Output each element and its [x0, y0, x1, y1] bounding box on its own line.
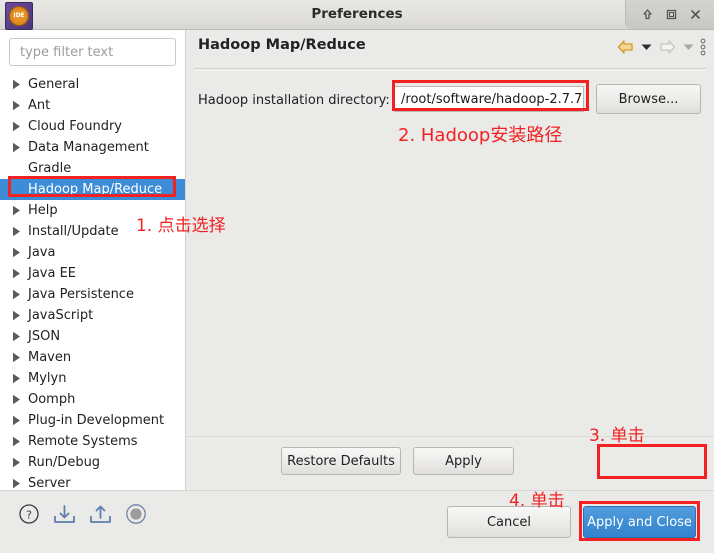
expand-arrow-icon[interactable]	[12, 221, 26, 242]
browse-button[interactable]: Browse...	[596, 84, 701, 114]
annotation-text-4: 4. 单击	[509, 491, 565, 511]
export-icon[interactable]	[89, 503, 112, 525]
install-directory-value: /root/software/hadoop-2.7.7	[401, 91, 583, 107]
install-directory-input[interactable]: /root/software/hadoop-2.7.7	[394, 86, 584, 112]
expand-arrow-icon[interactable]	[12, 431, 26, 452]
back-dropdown-icon[interactable]	[641, 37, 652, 57]
import-icon[interactable]	[53, 503, 76, 525]
annotation-text-2: 2. Hadoop安装路径	[398, 125, 563, 146]
expand-arrow-icon[interactable]	[12, 200, 26, 221]
sidebar-item-data-management[interactable]: Data Management	[0, 137, 185, 158]
forward-dropdown-icon	[683, 37, 694, 57]
sidebar-item-general[interactable]: General	[0, 74, 185, 95]
sidebar-item-label: Remote Systems	[28, 434, 138, 449]
sidebar-item-label: Oomph	[28, 392, 76, 407]
sidebar-item-java-persistence[interactable]: Java Persistence	[0, 284, 185, 305]
preferences-dialog: IDE Preferences type filter text General…	[0, 0, 714, 553]
annotation-text-1: 1. 点击选择	[136, 216, 226, 236]
title-bar: IDE Preferences	[0, 0, 714, 30]
svg-text:?: ?	[26, 509, 32, 522]
filter-placeholder: type filter text	[20, 44, 114, 60]
expand-arrow-icon[interactable]	[12, 410, 26, 431]
sidebar-item-remote-systems[interactable]: Remote Systems	[0, 431, 185, 452]
install-directory-row: Hadoop installation directory: /root/sof…	[186, 82, 714, 122]
help-icon[interactable]: ?	[18, 503, 40, 525]
page-header: Hadoop Map/Reduce	[186, 30, 714, 71]
sidebar-item-json[interactable]: JSON	[0, 326, 185, 347]
install-directory-label: Hadoop installation directory:	[198, 93, 390, 108]
page-toolbar	[616, 37, 706, 57]
sidebar-item-label: Java EE	[28, 266, 77, 281]
expand-arrow-icon[interactable]	[12, 95, 26, 116]
sidebar-item-label: Cloud Foundry	[28, 119, 123, 134]
apply-button[interactable]: Apply	[413, 447, 514, 475]
expand-arrow-icon[interactable]	[12, 242, 26, 263]
expand-arrow-icon[interactable]	[12, 389, 26, 410]
header-divider-highlight	[194, 70, 706, 71]
sidebar-item-run-debug[interactable]: Run/Debug	[0, 452, 185, 473]
sidebar-item-hadoop-map-reduce[interactable]: Hadoop Map/Reduce	[0, 179, 185, 200]
sidebar-item-java[interactable]: Java	[0, 242, 185, 263]
sidebar-item-label: Mylyn	[28, 371, 67, 386]
dialog-footer: ? Cancel Apply and Close	[0, 490, 714, 553]
sidebar-item-label: Java	[28, 245, 56, 260]
sidebar-item-label: JSON	[28, 329, 61, 344]
window-controls	[625, 0, 714, 29]
expand-arrow-icon[interactable]	[12, 74, 26, 95]
expand-arrow-icon[interactable]	[12, 452, 26, 473]
sidebar-item-label: Help	[28, 203, 58, 218]
expand-arrow-icon[interactable]	[12, 263, 26, 284]
eclipse-icon: IDE	[5, 2, 33, 30]
sidebar-item-label: Plug-in Development	[28, 413, 165, 428]
sidebar-item-label: General	[28, 77, 80, 92]
sidebar-item-label: Ant	[28, 98, 51, 113]
sidebar-item-maven[interactable]: Maven	[0, 347, 185, 368]
expand-arrow-icon[interactable]	[12, 116, 26, 137]
sidebar-item-label: JavaScript	[28, 308, 94, 323]
annotation-text-3: 3. 单击	[589, 426, 645, 446]
sidebar-item-gradle[interactable]: Gradle	[0, 158, 185, 179]
sidebar-item-java-ee[interactable]: Java EE	[0, 263, 185, 284]
forward-icon	[658, 37, 677, 57]
apply-and-close-button[interactable]: Apply and Close	[583, 506, 696, 538]
footer-icons: ?	[18, 503, 147, 525]
sidebar-item-mylyn[interactable]: Mylyn	[0, 368, 185, 389]
expand-arrow-icon[interactable]	[12, 347, 26, 368]
sidebar-item-label: Maven	[28, 350, 72, 365]
close-button[interactable]	[684, 4, 706, 26]
expand-arrow-icon[interactable]	[12, 368, 26, 389]
window-title: Preferences	[311, 6, 403, 22]
sidebar-item-cloud-foundry[interactable]: Cloud Foundry	[0, 116, 185, 137]
sidebar-item-label: Data Management	[28, 140, 149, 155]
shade-button[interactable]	[636, 4, 658, 26]
sidebar-item-label: Hadoop Map/Reduce	[28, 182, 163, 197]
sidebar-item-ant[interactable]: Ant	[0, 95, 185, 116]
sidebar-item-label: Java Persistence	[28, 287, 134, 302]
sidebar-item-oomph[interactable]: Oomph	[0, 389, 185, 410]
expand-arrow-icon[interactable]	[12, 305, 26, 326]
maximize-button[interactable]	[660, 4, 682, 26]
preferences-tree-panel: type filter text General Ant Cloud Foundry…	[0, 30, 186, 491]
page-title: Hadoop Map/Reduce	[198, 37, 366, 53]
expand-arrow-icon[interactable]	[12, 137, 26, 158]
back-icon[interactable]	[616, 37, 635, 57]
preferences-tree[interactable]: General Ant Cloud Foundry Data Management Gr…	[0, 74, 185, 494]
restore-defaults-button[interactable]: Restore Defaults	[281, 447, 401, 475]
filter-input[interactable]: type filter text	[9, 38, 176, 66]
expand-arrow-icon[interactable]	[12, 284, 26, 305]
header-divider	[194, 68, 706, 69]
expand-arrow-icon[interactable]	[12, 326, 26, 347]
sidebar-item-plug-in-development[interactable]: Plug-in Development	[0, 410, 185, 431]
circle-icon[interactable]	[125, 503, 147, 525]
sidebar-item-label: Gradle	[28, 161, 72, 176]
sidebar-item-label: Run/Debug	[28, 455, 101, 470]
sidebar-item-javascript[interactable]: JavaScript	[0, 305, 185, 326]
sidebar-item-label: Install/Update	[28, 224, 119, 239]
view-menu-icon[interactable]	[700, 37, 706, 57]
